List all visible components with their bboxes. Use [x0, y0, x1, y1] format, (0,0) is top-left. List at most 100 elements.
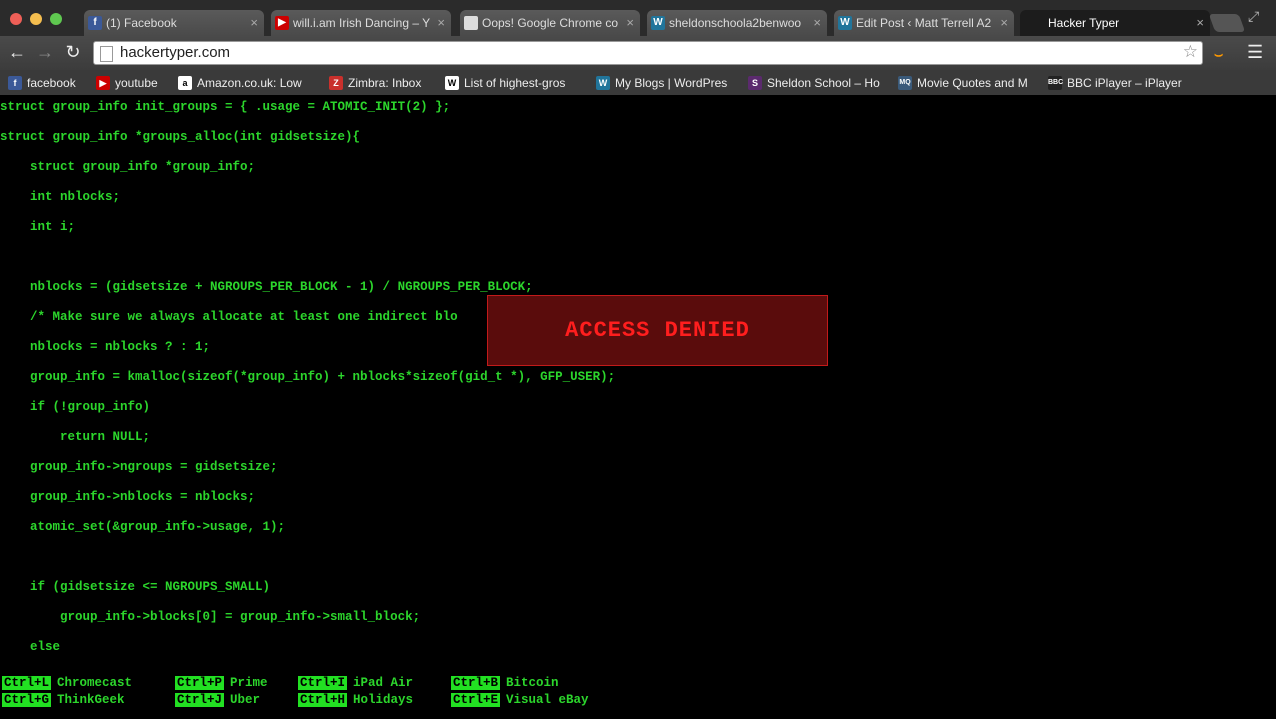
tab-title: (1) Facebook	[106, 16, 177, 30]
bookmark-label: Zimbra: Inbox	[348, 76, 422, 90]
close-tab-icon[interactable]: ×	[813, 10, 821, 36]
movie-quotes-icon: MQ	[898, 76, 912, 90]
code-line: atomic_set(&group_info->usage, 1);	[0, 520, 286, 534]
zimbra-icon: Z	[329, 76, 343, 90]
bookmark-item[interactable]: f facebook	[8, 74, 107, 92]
shortcut-item[interactable]: Ctrl+E Visual eBay	[451, 693, 589, 708]
bookmark-item[interactable]: a Amazon.co.uk: Low	[178, 74, 337, 92]
hacker-typer-terminal[interactable]: struct group_info init_groups = { .usage…	[0, 95, 1276, 719]
close-tab-icon[interactable]: ×	[1000, 10, 1008, 36]
code-line: nblocks = nblocks ? : 1;	[0, 340, 211, 354]
toolbar: ← → ↻ hackertyper.com ☆ ⌣ ☰	[0, 36, 1276, 70]
code-line: nblocks = (gidsetsize + NGROUPS_PER_BLOC…	[0, 280, 533, 294]
tab-title: will.i.am Irish Dancing – Y	[293, 16, 431, 30]
code-line: group_info->blocks[0] = group_info->smal…	[0, 610, 421, 624]
code-line: int nblocks;	[0, 190, 121, 204]
code-line: group_info->ngroups = gidsetsize;	[0, 460, 278, 474]
shortcut-key: Ctrl+L	[2, 676, 52, 690]
tab[interactable]: ▶ will.i.am Irish Dancing – Y ×	[271, 10, 451, 36]
shortcut-label: Bitcoin	[506, 676, 559, 690]
shortcut-key: Ctrl+H	[298, 693, 348, 707]
page-icon	[464, 16, 478, 30]
new-tab-button[interactable]	[1208, 14, 1246, 32]
code-line: else	[0, 640, 61, 654]
bookmark-item[interactable]: W List of highest-gros	[445, 74, 606, 92]
shortcut-label: Prime	[230, 676, 268, 690]
forward-button[interactable]: →	[34, 41, 56, 63]
shortcut-label: Holidays	[353, 693, 414, 707]
fullscreen-icon[interactable]: ⤢	[1248, 8, 1259, 25]
shortcut-item[interactable]: Ctrl+P Prime	[175, 676, 268, 691]
shortcut-item[interactable]: Ctrl+B Bitcoin	[451, 676, 559, 691]
tab[interactable]: Oops! Google Chrome co ×	[460, 10, 640, 36]
tab-strip: f (1) Facebook × ▶ will.i.am Irish Dancing –…	[0, 0, 1276, 36]
access-denied-popup: ACCESS DENIED	[487, 295, 828, 366]
shortcut-item[interactable]: Ctrl+G ThinkGeek	[2, 693, 125, 708]
shortcut-label: ThinkGeek	[57, 693, 125, 707]
code-line: group_info = kmalloc(sizeof(*group_info)…	[0, 370, 616, 384]
shortcut-key: Ctrl+P	[175, 676, 225, 690]
code-line: group_info->nblocks = nblocks;	[0, 490, 256, 504]
bookmark-item[interactable]: S Sheldon School – Ho	[748, 74, 909, 92]
code-line: struct group_info init_groups = { .usage…	[0, 100, 451, 114]
bookmark-item[interactable]: Z Zimbra: Inbox	[329, 74, 456, 92]
tab[interactable]: W Edit Post ‹ Matt Terrell A2 ×	[834, 10, 1014, 36]
shortcut-label: Chromecast	[57, 676, 133, 690]
page-icon	[100, 46, 113, 62]
bookmark-label: List of highest-gros	[464, 76, 566, 90]
wordpress-icon: W	[838, 16, 852, 30]
code-line: if (!group_info)	[0, 400, 151, 414]
tab-title: sheldonschoola2benwoo	[669, 16, 802, 30]
youtube-icon: ▶	[96, 76, 110, 90]
menu-icon[interactable]: ☰	[1247, 42, 1263, 63]
close-tab-icon[interactable]: ×	[1196, 10, 1204, 36]
shortcut-label: Uber	[230, 693, 261, 707]
bookmark-label: Sheldon School – Ho	[767, 76, 880, 90]
bookmark-item[interactable]: MQ Movie Quotes and M	[898, 74, 1059, 92]
address-bar[interactable]: hackertyper.com ☆	[93, 41, 1203, 65]
shortcut-item[interactable]: Ctrl+J Uber	[175, 693, 260, 708]
shortcut-item[interactable]: Ctrl+L Chromecast	[2, 676, 132, 691]
shortcut-key: Ctrl+J	[175, 693, 225, 707]
minimize-window-icon[interactable]	[30, 13, 42, 25]
code-line: struct group_info *group_info;	[0, 160, 256, 174]
code-line: if (gidsetsize <= NGROUPS_SMALL)	[0, 580, 271, 594]
browser-chrome: f (1) Facebook × ▶ will.i.am Irish Dancing –…	[0, 0, 1276, 96]
shortcut-key: Ctrl+I	[298, 676, 348, 690]
shortcut-label: iPad Air	[353, 676, 414, 690]
bookmark-item[interactable]: W My Blogs | WordPres	[596, 74, 755, 92]
reload-button[interactable]: ↻	[62, 41, 84, 63]
tab-title: Hacker Typer	[1048, 16, 1120, 30]
back-button[interactable]: ←	[6, 41, 28, 63]
maximize-window-icon[interactable]	[50, 13, 62, 25]
code-line: int i;	[0, 220, 76, 234]
code-line: return NULL;	[0, 430, 151, 444]
tab[interactable]: Hacker Typer ×	[1020, 10, 1210, 36]
code-line: struct group_info *groups_alloc(int gids…	[0, 130, 361, 144]
bookmark-label: My Blogs | WordPres	[615, 76, 728, 90]
close-tab-icon[interactable]: ×	[437, 10, 445, 36]
tab-title: Edit Post ‹ Matt Terrell A2	[856, 16, 992, 30]
bookmark-item[interactable]: BBC BBC iPlayer – iPlayer	[1048, 74, 1207, 92]
facebook-icon: f	[8, 76, 22, 90]
code-line: /* Make sure we always allocate at least…	[0, 310, 458, 324]
shortcut-key: Ctrl+E	[451, 693, 501, 707]
shortcut-item[interactable]: Ctrl+I iPad Air	[298, 676, 413, 691]
bookmark-label: BBC iPlayer – iPlayer	[1067, 76, 1182, 90]
facebook-icon: f	[88, 16, 102, 30]
wordpress-icon: W	[596, 76, 610, 90]
shortcut-item[interactable]: Ctrl+H Holidays	[298, 693, 413, 708]
bookmarks-bar: f facebook ▶ youtube a Amazon.co.uk: Low Z Zimb…	[0, 70, 1276, 96]
url-text: hackertyper.com	[120, 44, 231, 61]
bookmark-item[interactable]: ▶ youtube	[96, 74, 187, 92]
bookmark-star-icon[interactable]: ☆	[1183, 42, 1198, 62]
youtube-icon: ▶	[275, 16, 289, 30]
amazon-extension-icon[interactable]: ⌣	[1214, 46, 1223, 63]
close-tab-icon[interactable]: ×	[626, 10, 634, 36]
tab[interactable]: f (1) Facebook ×	[84, 10, 264, 36]
amazon-icon: a	[178, 76, 192, 90]
close-tab-icon[interactable]: ×	[250, 10, 258, 36]
tab[interactable]: Wsheldonschoola2benwoo ×	[647, 10, 827, 36]
close-window-icon[interactable]	[10, 13, 22, 25]
bookmark-label: youtube	[115, 76, 158, 90]
